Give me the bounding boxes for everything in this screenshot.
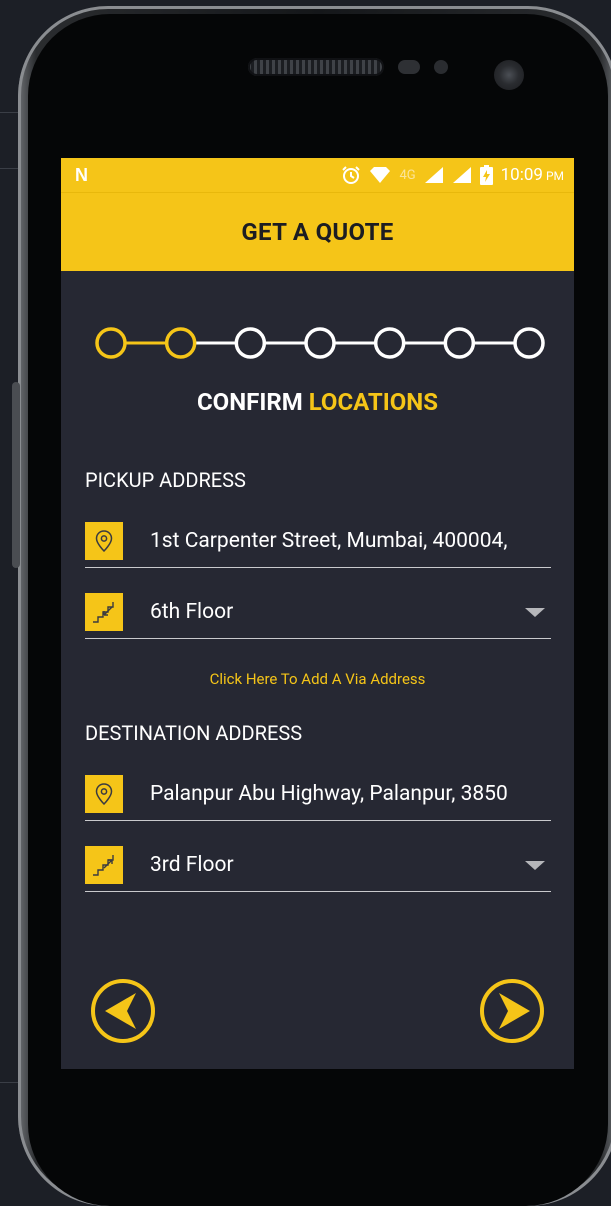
back-arrow-icon	[91, 979, 155, 1043]
dropdown-arrow-icon	[525, 607, 545, 617]
stepper-step-7	[513, 327, 545, 359]
dropdown-arrow-icon	[525, 860, 545, 870]
pickup-address-value: 1st Carpenter Street, Mumbai, 400004,	[150, 529, 508, 553]
pickup-address-field[interactable]: 1st Carpenter Street, Mumbai, 400004,	[85, 515, 551, 568]
alarm-icon	[341, 165, 361, 185]
stepper-step-6	[443, 327, 476, 359]
stairs-down-icon	[85, 593, 123, 631]
step-title-highlight: LOCATIONS	[308, 388, 439, 416]
battery-charging-icon	[479, 165, 493, 185]
stepper-step-5	[373, 327, 406, 359]
status-icons: 4G 10:09 PM	[341, 165, 564, 185]
status-bar: N 4G 10:09 PM	[61, 158, 574, 192]
destination-floor-select[interactable]: 3rd Floor	[85, 839, 551, 892]
stepper-step-3	[234, 327, 267, 359]
step-title: CONFIRM LOCATIONS	[61, 388, 574, 416]
destination-address-value: Palanpur Abu Highway, Palanpur, 3850	[150, 782, 508, 806]
add-via-address-link[interactable]: Click Here To Add A Via Address	[61, 670, 574, 688]
phone-camera	[494, 60, 524, 90]
signal-icon	[424, 166, 444, 184]
stairs-up-icon	[85, 846, 123, 884]
signal-icon-2	[452, 166, 472, 184]
stepper-step-1	[95, 327, 127, 359]
location-pin-icon	[85, 775, 123, 813]
time-ampm: PM	[545, 169, 564, 183]
pickup-floor-select[interactable]: 6th Floor	[85, 586, 551, 639]
time-value: 10:09	[500, 165, 543, 185]
data-saver-icon	[369, 166, 391, 184]
next-arrow-icon	[480, 979, 544, 1043]
network-type-icon: 4G	[399, 167, 416, 183]
phone-speaker	[248, 58, 384, 76]
nfc-notification-icon: N	[75, 164, 88, 185]
location-pin-icon	[85, 522, 123, 560]
destination-address-label: DESTINATION ADDRESS	[85, 721, 303, 745]
destination-address-field[interactable]: Palanpur Abu Highway, Palanpur, 3850	[85, 768, 551, 821]
phone-sensor	[398, 60, 420, 74]
app-bar: GET A QUOTE	[61, 192, 574, 271]
destination-floor-value: 3rd Floor	[150, 853, 234, 877]
phone-sensor	[434, 60, 448, 74]
stepper-step-2	[164, 327, 197, 359]
next-button[interactable]	[479, 978, 545, 1044]
status-time: 10:09 PM	[501, 165, 564, 185]
page-title: GET A QUOTE	[241, 218, 394, 246]
back-button[interactable]	[90, 978, 156, 1044]
pickup-floor-value: 6th Floor	[150, 600, 234, 624]
phone-side-button	[12, 382, 20, 568]
stepper-step-4	[304, 327, 336, 359]
app-screen: N 4G 10:09 PM GET A QUOTE CONFIRM LOCATI…	[61, 158, 574, 1069]
progress-stepper	[95, 327, 545, 359]
pickup-address-label: PICKUP ADDRESS	[85, 468, 246, 492]
step-title-prefix: CONFIRM	[196, 388, 303, 416]
